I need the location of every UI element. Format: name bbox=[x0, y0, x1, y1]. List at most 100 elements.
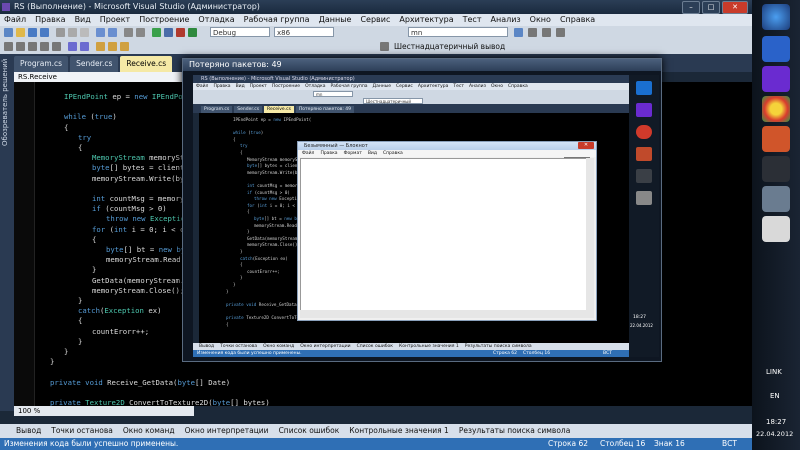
gamepad-icon[interactable] bbox=[762, 216, 790, 242]
stop-icon[interactable] bbox=[176, 28, 185, 37]
code-line[interactable]: } bbox=[92, 265, 96, 274]
code-line[interactable]: } bbox=[64, 347, 68, 356]
code-line[interactable]: } bbox=[50, 357, 54, 366]
tool-window-tab[interactable]: Окно интерпретации bbox=[185, 424, 269, 438]
minimize-button[interactable]: – bbox=[682, 1, 700, 14]
code-line[interactable]: { bbox=[92, 235, 96, 244]
find-input[interactable]: mn bbox=[408, 27, 508, 37]
menu-item[interactable]: Сервис bbox=[360, 14, 390, 26]
inner-code-line: { bbox=[240, 262, 243, 268]
step-over-icon[interactable] bbox=[108, 42, 117, 51]
code-line[interactable]: } bbox=[78, 337, 82, 346]
outdent-icon[interactable] bbox=[52, 42, 61, 51]
continue-icon[interactable] bbox=[152, 28, 161, 37]
zoom-select[interactable]: 100 % bbox=[14, 406, 194, 416]
code-line[interactable]: { bbox=[64, 123, 68, 132]
menu-item[interactable]: Данные bbox=[319, 14, 352, 26]
comment-icon[interactable] bbox=[16, 42, 25, 51]
internet-explorer-icon[interactable] bbox=[762, 36, 790, 62]
tool-window-tab[interactable]: Результаты поиска символа bbox=[459, 424, 570, 438]
step-into-icon[interactable] bbox=[96, 42, 105, 51]
pause-icon[interactable] bbox=[164, 28, 173, 37]
uncomment-icon[interactable] bbox=[28, 42, 37, 51]
save-all-icon[interactable] bbox=[40, 28, 49, 37]
save-icon[interactable] bbox=[28, 28, 37, 37]
menu-item[interactable]: Отладка bbox=[198, 14, 234, 26]
menu-item[interactable]: Построение bbox=[139, 14, 189, 26]
tab-receive-cs[interactable]: Receive.cs bbox=[120, 56, 173, 72]
menu-item[interactable]: Правка bbox=[35, 14, 65, 26]
step-out-icon[interactable] bbox=[120, 42, 129, 51]
code-line[interactable]: IPEndPoint ep = new IPEndPoint( bbox=[64, 92, 200, 101]
menu-item[interactable]: Тест bbox=[463, 14, 482, 26]
language-link[interactable]: LINK bbox=[766, 368, 782, 376]
code-line[interactable]: if (countMsg > 0) bbox=[92, 204, 167, 213]
menu-item[interactable]: Архитектура bbox=[399, 14, 453, 26]
code-line[interactable]: catch(Exception ex) bbox=[78, 306, 162, 315]
type-navigation-dropdown[interactable]: RS.Receive bbox=[14, 72, 194, 82]
maximize-button[interactable]: □ bbox=[702, 1, 720, 14]
start-button-icon[interactable] bbox=[762, 4, 790, 30]
tool-window-tab[interactable]: Список ошибок bbox=[279, 424, 340, 438]
next-bookmark-icon[interactable] bbox=[80, 42, 89, 51]
screenshot-popup-window[interactable]: Потеряно пакетов: 49 RS (Выполнение) - M… bbox=[182, 58, 662, 362]
hex-display-icon[interactable] bbox=[380, 42, 389, 51]
tool-window-tab[interactable]: Вывод bbox=[16, 424, 41, 438]
explorer-icon[interactable] bbox=[762, 186, 790, 212]
menu-item[interactable]: Анализ bbox=[491, 14, 521, 26]
tool-window-tab[interactable]: Окно команд bbox=[123, 424, 175, 438]
code-line[interactable]: memoryStream.Close(); bbox=[92, 286, 184, 295]
undo-icon[interactable] bbox=[96, 28, 105, 37]
restart-icon[interactable] bbox=[188, 28, 197, 37]
code-line[interactable]: { bbox=[78, 316, 82, 325]
find-icon[interactable] bbox=[514, 28, 523, 37]
code-line[interactable]: countErorr++; bbox=[92, 327, 149, 336]
tab-program-cs[interactable]: Program.cs bbox=[14, 56, 69, 72]
code-line[interactable]: try bbox=[78, 133, 91, 142]
clock-time[interactable]: 18:27 bbox=[766, 418, 786, 426]
office-app-icon[interactable] bbox=[762, 126, 790, 152]
code-line[interactable]: private void Receive_GetData(byte[] Date… bbox=[50, 378, 230, 387]
navigate-back-icon[interactable] bbox=[124, 28, 133, 37]
cut-icon[interactable] bbox=[56, 28, 65, 37]
code-line[interactable]: private Texture2D ConvertToTexture2D(byt… bbox=[50, 398, 270, 406]
popup-title-bar[interactable]: Потеряно пакетов: 49 bbox=[183, 59, 661, 71]
language-indicator[interactable]: EN bbox=[770, 392, 780, 400]
redo-icon[interactable] bbox=[108, 28, 117, 37]
toolbox-icon[interactable] bbox=[556, 28, 565, 37]
open-file-icon[interactable] bbox=[16, 28, 25, 37]
menu-item[interactable]: Справка bbox=[560, 14, 595, 26]
toolbar-debug: Шестнадцатеричный вывод bbox=[0, 40, 752, 55]
tool-window-tab[interactable]: Точки останова bbox=[51, 424, 113, 438]
code-line[interactable]: while (true) bbox=[64, 112, 117, 121]
menu-item[interactable]: Окно bbox=[530, 14, 551, 26]
paste-icon[interactable] bbox=[80, 28, 89, 37]
platform-select[interactable]: x86 bbox=[274, 27, 334, 37]
menu-item[interactable]: Файл bbox=[4, 14, 26, 26]
inner-find-input: mn bbox=[313, 91, 353, 97]
indent-icon[interactable] bbox=[40, 42, 49, 51]
code-line[interactable]: } bbox=[78, 296, 82, 305]
properties-icon[interactable] bbox=[542, 28, 551, 37]
menu-item[interactable]: Вид bbox=[75, 14, 91, 26]
solution-explorer-label[interactable]: Обозреватель решений bbox=[1, 59, 9, 146]
new-project-icon[interactable] bbox=[4, 28, 13, 37]
code-line[interactable]: { bbox=[78, 143, 82, 152]
configuration-select[interactable]: Debug bbox=[210, 27, 270, 37]
solution-explorer-icon[interactable] bbox=[528, 28, 537, 37]
hex-output-label[interactable]: Шестнадцатеричный вывод bbox=[394, 42, 505, 51]
bookmark-icon[interactable] bbox=[68, 42, 77, 51]
menu-item[interactable]: Проект bbox=[100, 14, 130, 26]
clock-date[interactable]: 22.04.2012 bbox=[756, 430, 793, 438]
close-button[interactable]: ✕ bbox=[722, 1, 748, 14]
visual-studio-taskbar-icon[interactable] bbox=[762, 66, 790, 92]
navigate-forward-icon[interactable] bbox=[136, 28, 145, 37]
menu-item[interactable]: Рабочая группа bbox=[244, 14, 310, 26]
tool-window-tab[interactable]: Контрольные значения 1 bbox=[349, 424, 449, 438]
tab-sender-cs[interactable]: Sender.cs bbox=[70, 56, 119, 72]
solution-explorer-strip[interactable]: Обозреватель решений bbox=[0, 59, 14, 411]
app-icon[interactable] bbox=[762, 156, 790, 182]
text-editor-icon[interactable] bbox=[4, 42, 13, 51]
copy-icon[interactable] bbox=[68, 28, 77, 37]
chrome-icon[interactable] bbox=[762, 96, 790, 122]
